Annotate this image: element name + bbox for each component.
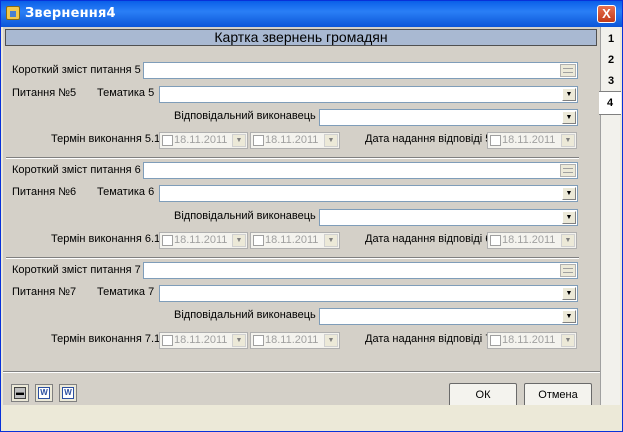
answer-date-5[interactable]: 18.11.2011 ▼ xyxy=(487,132,577,149)
tab-3[interactable]: 3 xyxy=(601,70,621,92)
close-button[interactable]: X xyxy=(597,5,616,23)
printer-icon: ▬ xyxy=(14,387,26,399)
section-divider xyxy=(6,257,579,259)
tab-4[interactable]: 4 xyxy=(599,91,621,115)
summary-field-6[interactable] xyxy=(143,162,578,179)
question-label-6: Питання №6 xyxy=(12,186,77,198)
ok-button[interactable]: ОК xyxy=(449,383,517,407)
deadline-date-7-2[interactable]: 18.11.2011 ▼ xyxy=(250,332,340,349)
memo-button-icon[interactable] xyxy=(560,64,576,77)
topic-combo-5[interactable]: ▼ xyxy=(159,86,578,103)
chevron-down-icon[interactable]: ▼ xyxy=(232,234,246,247)
status-bar xyxy=(1,405,622,431)
app-icon xyxy=(6,6,20,20)
executor-combo-6[interactable]: ▼ xyxy=(319,209,578,226)
word-doc-2-icon: W xyxy=(62,387,74,399)
chevron-down-icon[interactable]: ▼ xyxy=(232,334,246,347)
date-value: 18.11.2011 xyxy=(174,334,228,346)
answer-date-6[interactable]: 18.11.2011 ▼ xyxy=(487,232,577,249)
date-value: 18.11.2011 xyxy=(265,234,319,246)
date-checkbox[interactable] xyxy=(253,335,264,346)
chevron-down-icon[interactable]: ▼ xyxy=(562,88,576,101)
chevron-down-icon[interactable]: ▼ xyxy=(561,334,575,347)
answer-date-7[interactable]: 18.11.2011 ▼ xyxy=(487,332,577,349)
tab-2[interactable]: 2 xyxy=(601,49,621,71)
tab-strip: 1 2 3 4 xyxy=(599,27,621,429)
client-area: Картка звернень громадян Короткий зміст … xyxy=(3,27,621,429)
card-title: Картка звернень громадян xyxy=(5,29,597,46)
chevron-down-icon[interactable]: ▼ xyxy=(562,310,576,323)
window: Звернення4 X Картка звернень громадян Ко… xyxy=(0,0,623,432)
date-checkbox[interactable] xyxy=(162,235,173,246)
deadline-date-7-1[interactable]: 18.11.2011 ▼ xyxy=(159,332,248,349)
deadline-date-6-2[interactable]: 18.11.2011 ▼ xyxy=(250,232,340,249)
chevron-down-icon[interactable]: ▼ xyxy=(562,187,576,200)
summary-label-6: Короткий зміст питання 6 xyxy=(12,164,141,176)
window-title: Звернення4 xyxy=(25,6,116,21)
print-button[interactable]: ▬ xyxy=(11,384,29,402)
summary-field-5[interactable] xyxy=(143,62,578,79)
date-checkbox[interactable] xyxy=(253,235,264,246)
question-label-7: Питання №7 xyxy=(12,286,77,298)
chevron-down-icon[interactable]: ▼ xyxy=(324,234,338,247)
summary-label-7: Короткий зміст питання 7 xyxy=(12,264,141,276)
deadline-date-5-1[interactable]: 18.11.2011 ▼ xyxy=(159,132,248,149)
chevron-down-icon[interactable]: ▼ xyxy=(562,211,576,224)
answer-label-5: Дата надання відповіді 5 xyxy=(365,133,492,145)
chevron-down-icon[interactable]: ▼ xyxy=(324,134,338,147)
section-divider xyxy=(6,157,579,159)
topic-combo-7[interactable]: ▼ xyxy=(159,285,578,302)
answer-label-7: Дата надання відповіді 7 xyxy=(365,333,492,345)
summary-label-5: Короткий зміст питання 5 xyxy=(12,64,141,76)
memo-button-icon[interactable] xyxy=(560,264,576,277)
date-value: 18.11.2011 xyxy=(502,134,556,146)
deadline-label-5: Термін виконання 5.1р xyxy=(51,133,159,145)
executor-label-7: Відповідальний виконавець 7 xyxy=(174,309,325,321)
deadline-date-5-2[interactable]: 18.11.2011 ▼ xyxy=(250,132,340,149)
form-panel: Картка звернень громадян Короткий зміст … xyxy=(3,27,600,429)
chevron-down-icon[interactable]: ▼ xyxy=(232,134,246,147)
executor-label-6: Відповідальний виконавець 6 xyxy=(174,210,325,222)
executor-combo-7[interactable]: ▼ xyxy=(319,308,578,325)
question-label-5: Питання №5 xyxy=(12,87,77,99)
executor-combo-5[interactable]: ▼ xyxy=(319,109,578,126)
word-doc-icon: W xyxy=(38,387,50,399)
date-value: 18.11.2011 xyxy=(174,134,228,146)
chevron-down-icon[interactable]: ▼ xyxy=(561,234,575,247)
answer-label-6: Дата надання відповіді 6 xyxy=(365,233,492,245)
topic-label-7: Тематика 7 xyxy=(97,286,155,298)
title-bar[interactable]: Звернення4 X xyxy=(1,1,622,27)
memo-button-icon[interactable] xyxy=(560,164,576,177)
date-value: 18.11.2011 xyxy=(502,334,556,346)
date-checkbox[interactable] xyxy=(162,335,173,346)
chevron-down-icon[interactable]: ▼ xyxy=(324,334,338,347)
word-export-button[interactable]: W xyxy=(35,384,53,402)
footer-divider xyxy=(3,371,600,373)
date-value: 18.11.2011 xyxy=(502,234,556,246)
topic-combo-6[interactable]: ▼ xyxy=(159,185,578,202)
date-checkbox[interactable] xyxy=(162,135,173,146)
date-checkbox[interactable] xyxy=(490,335,501,346)
tab-1[interactable]: 1 xyxy=(601,28,621,50)
deadline-date-6-1[interactable]: 18.11.2011 ▼ xyxy=(159,232,248,249)
date-checkbox[interactable] xyxy=(490,135,501,146)
chevron-down-icon[interactable]: ▼ xyxy=(562,287,576,300)
deadline-label-6: Термін виконання 6.1р xyxy=(51,233,159,245)
date-value: 18.11.2011 xyxy=(265,334,319,346)
chevron-down-icon[interactable]: ▼ xyxy=(561,134,575,147)
date-checkbox[interactable] xyxy=(253,135,264,146)
cancel-button[interactable]: Отмена xyxy=(524,383,592,407)
date-checkbox[interactable] xyxy=(490,235,501,246)
date-value: 18.11.2011 xyxy=(174,234,228,246)
date-value: 18.11.2011 xyxy=(265,134,319,146)
chevron-down-icon[interactable]: ▼ xyxy=(562,111,576,124)
word-export-2-button[interactable]: W xyxy=(59,384,77,402)
topic-label-5: Тематика 5 xyxy=(97,87,155,99)
topic-label-6: Тематика 6 xyxy=(97,186,155,198)
deadline-label-7: Термін виконання 7.1р xyxy=(51,333,159,345)
executor-label-5: Відповідальний виконавець 5 xyxy=(174,110,325,122)
summary-field-7[interactable] xyxy=(143,262,578,279)
